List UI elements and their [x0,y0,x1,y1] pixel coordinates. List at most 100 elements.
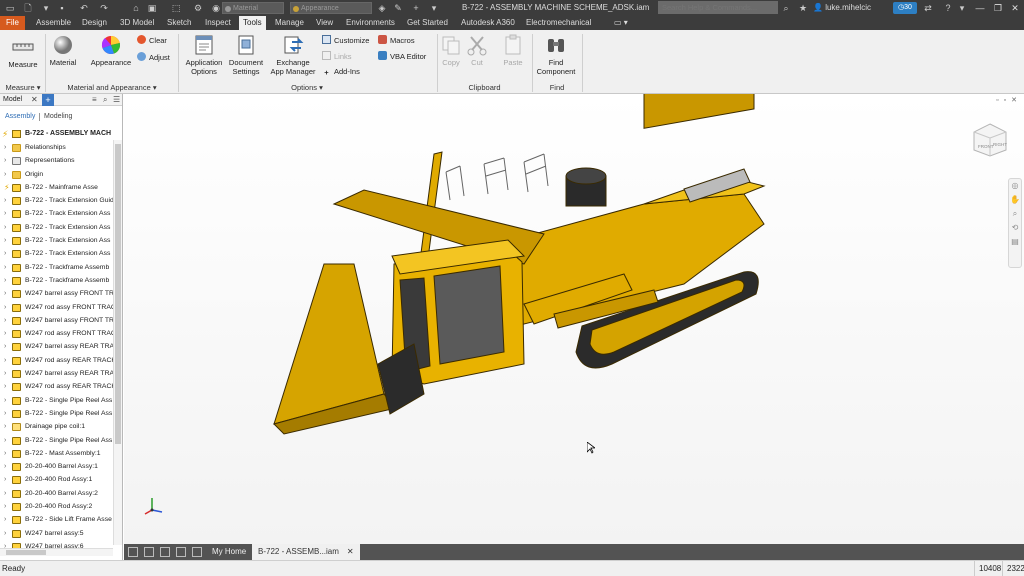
expand-chevron-icon[interactable]: › [4,473,6,486]
tree-node[interactable]: › W247 rod assy REAR TRACK [0,354,113,367]
scrollbar-thumb[interactable] [6,550,46,555]
graphics-viewport[interactable]: ▫▫✕ FRONT RIGHT ◎ ✋ ⌕ ⟲ ▤ [124,94,1024,544]
close-button[interactable]: ✕ [1007,0,1023,16]
expand-chevron-icon[interactable]: › [4,168,6,181]
expand-chevron-icon[interactable]: › [4,513,6,526]
expand-chevron-icon[interactable]: › [4,207,6,220]
expand-chevron-icon[interactable]: › [4,527,6,540]
expand-chevron-icon[interactable]: › [4,447,6,460]
expand-chevron-icon[interactable]: › [4,274,6,287]
adjust-icon[interactable]: ✎ [392,2,404,14]
browser-menu-icon[interactable]: ≡ [92,94,97,106]
open-documents-icon[interactable] [192,547,202,557]
tree-node[interactable]: › B-722 - Track Extension Ass [0,234,113,247]
tree-node[interactable]: › Drainage pipe coil:1 [0,420,113,433]
tree-node[interactable]: › W247 barrel assy REAR TRA [0,367,113,380]
clear-button[interactable]: Clear [137,35,167,46]
add-browser-tab-icon[interactable]: + [42,94,54,106]
cart-icon[interactable]: ⇄ [922,2,934,14]
paste-button[interactable]: Paste [500,34,526,67]
minimize-button[interactable]: — [972,0,988,16]
mode-assembly[interactable]: Assembly [5,111,35,123]
app-menu-icon[interactable]: ▭ [4,2,16,14]
expand-chevron-icon[interactable]: › [4,221,6,234]
tree-node[interactable]: › B-722 - Track Extension Guid [0,194,113,207]
expand-chevron-icon[interactable]: › [4,287,6,300]
tab-extras-icon[interactable]: ▭ ▾ [614,16,628,30]
tab-environments[interactable]: Environments [346,16,395,30]
tree-node[interactable]: › 20-20-400 Rod Assy:1 [0,473,113,486]
tree-node[interactable]: › W247 rod assy FRONT TRAC [0,301,113,314]
expand-chevron-icon[interactable]: › [4,154,6,167]
vba-editor-button[interactable]: VBA Editor [378,51,426,62]
expand-chevron-icon[interactable]: › [4,247,6,260]
add-ins-button[interactable]: + Add-Ins [322,67,360,77]
steering-wheel-icon[interactable]: ◎ [1009,179,1021,193]
help-dropdown-icon[interactable]: ▾ [956,2,968,14]
macros-button[interactable]: Macros [378,35,415,46]
links-button[interactable]: Links [322,51,352,62]
cascade-windows-icon[interactable] [128,547,138,557]
mode-modeling[interactable]: Modeling [44,111,72,123]
tree-node[interactable]: › B-722 - Trackframe Assemb [0,261,113,274]
browser-horizontal-scrollbar[interactable] [0,548,113,556]
tab-3d-model[interactable]: 3D Model [120,16,154,30]
settings-icon[interactable]: ◉ [210,2,222,14]
viewcube[interactable]: FRONT RIGHT [972,122,1008,158]
tab-design[interactable]: Design [82,16,107,30]
material-button[interactable]: Material [47,34,79,67]
save-icon[interactable]: ▪ [56,2,68,14]
tree-node[interactable]: › W247 barrel assy:5 [0,527,113,540]
expand-chevron-icon[interactable]: › [4,407,6,420]
look-at-icon[interactable]: ▤ [1009,235,1021,249]
browser-title[interactable]: Model [3,94,22,106]
update-icon[interactable]: ⚙ [192,2,204,14]
tree-node[interactable]: › B-722 - Single Pipe Reel Ass [0,407,113,420]
clear-override-icon[interactable]: ◈ [376,2,388,14]
expand-chevron-icon[interactable]: › [4,261,6,274]
close-icon[interactable]: ✕ [31,94,38,106]
trencher-machine-model[interactable] [124,94,1024,544]
tree-node[interactable]: › B-722 - Trackframe Assemb [0,274,113,287]
tree-node[interactable]: › B-722 - Single Pipe Reel Ass [0,434,113,447]
tile-horizontal-icon[interactable] [160,547,170,557]
tree-node[interactable]: › B-722 - Mast Assembly:1 [0,447,113,460]
scrollbar-thumb[interactable] [115,144,121,444]
expand-chevron-icon[interactable]: › [4,314,6,327]
tree-node[interactable]: › W247 rod assy FRONT TRAC [0,327,113,340]
customize-button[interactable]: Customize [322,35,369,46]
application-options-button[interactable]: Application Options [181,34,227,76]
expand-chevron-icon[interactable]: › [4,434,6,447]
expand-chevron-icon[interactable]: › [4,380,6,393]
zoom-icon[interactable]: ⌕ [1009,207,1021,221]
search-input[interactable] [658,1,778,14]
select-icon[interactable]: ⬚ [170,2,182,14]
close-icon[interactable]: ✕ [347,547,354,556]
expand-chevron-icon[interactable]: › [4,194,6,207]
expand-chevron-icon[interactable]: › [4,460,6,473]
search-icon[interactable]: ⌕ [103,94,107,106]
user-account[interactable]: 👤 luke.mihelcic [813,0,871,16]
open-icon[interactable]: ▾ [40,2,52,14]
tree-node[interactable]: › W247 rod assy REAR TRACK [0,380,113,393]
tree-node[interactable]: › 20-20-400 Rod Assy:2 [0,500,113,513]
expand-chevron-icon[interactable]: › [4,487,6,500]
tree-root-node[interactable]: ⚡ B-722 - ASSEMBLY MACH [0,128,113,140]
tree-node[interactable]: › W247 barrel assy FRONT TR [0,287,113,300]
tree-node[interactable]: › B-722 - Track Extension Ass [0,247,113,260]
expand-chevron-icon[interactable]: › [4,327,6,340]
tab-my-home[interactable]: My Home [206,544,252,560]
tab-file[interactable]: File [0,16,25,30]
favorites-star-icon[interactable]: ★ [797,2,809,14]
tab-tools[interactable]: Tools [239,16,266,30]
tab-inspect[interactable]: Inspect [205,16,231,30]
expand-chevron-icon[interactable]: › [4,141,6,154]
tab-view[interactable]: View [316,16,333,30]
pan-hand-icon[interactable]: ✋ [1009,193,1021,207]
group-material-appearance[interactable]: Material and Appearance ▾ [46,82,178,93]
expand-chevron-icon[interactable]: › [4,420,6,433]
tree-node[interactable]: › B-722 - Track Extension Ass [0,221,113,234]
new-icon[interactable]: 🗋 [22,2,34,14]
tree-node[interactable]: › B-722 - Single Pipe Reel Ass [0,394,113,407]
subscription-badge[interactable]: ◷30 [893,2,917,14]
